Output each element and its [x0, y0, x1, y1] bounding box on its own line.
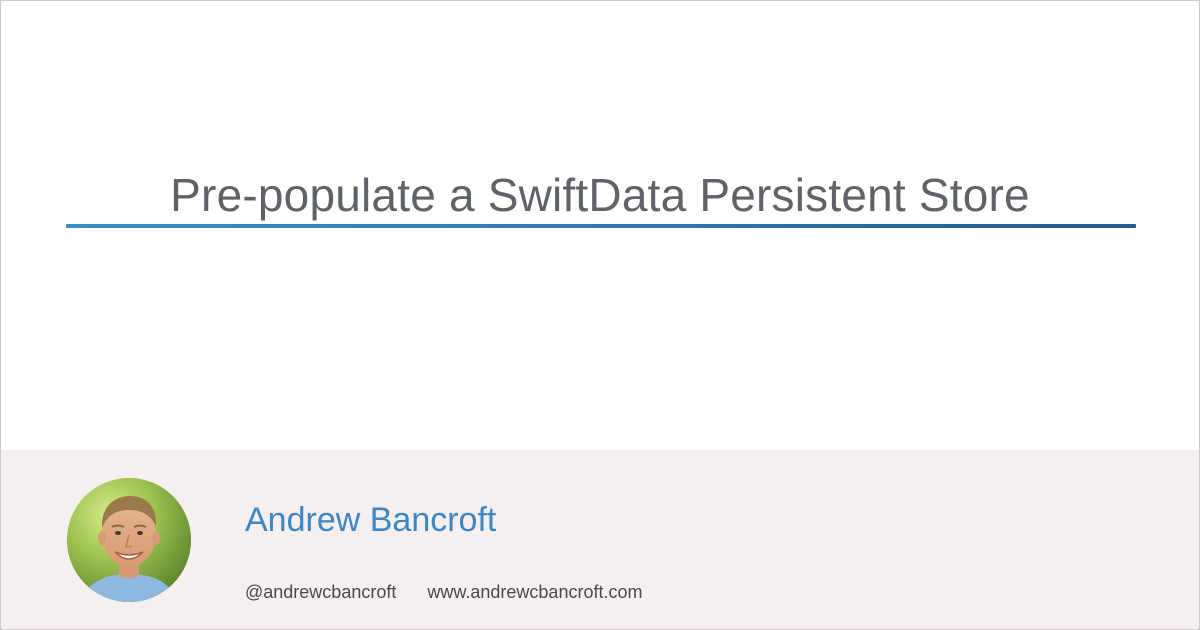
social-card: Pre-populate a SwiftData Persistent Stor…	[0, 0, 1200, 630]
author-links: @andrewcbancroft www.andrewcbancroft.com	[245, 581, 642, 603]
post-title: Pre-populate a SwiftData Persistent Stor…	[170, 169, 1030, 221]
author-photo-icon	[67, 478, 191, 602]
hero-section: Pre-populate a SwiftData Persistent Stor…	[1, 1, 1199, 450]
author-avatar	[67, 478, 191, 602]
website-link[interactable]: www.andrewcbancroft.com	[427, 582, 642, 602]
author-name: Andrew Bancroft	[245, 501, 497, 539]
title-underline	[66, 224, 1136, 228]
twitter-handle-link[interactable]: @andrewcbancroft	[245, 582, 396, 602]
